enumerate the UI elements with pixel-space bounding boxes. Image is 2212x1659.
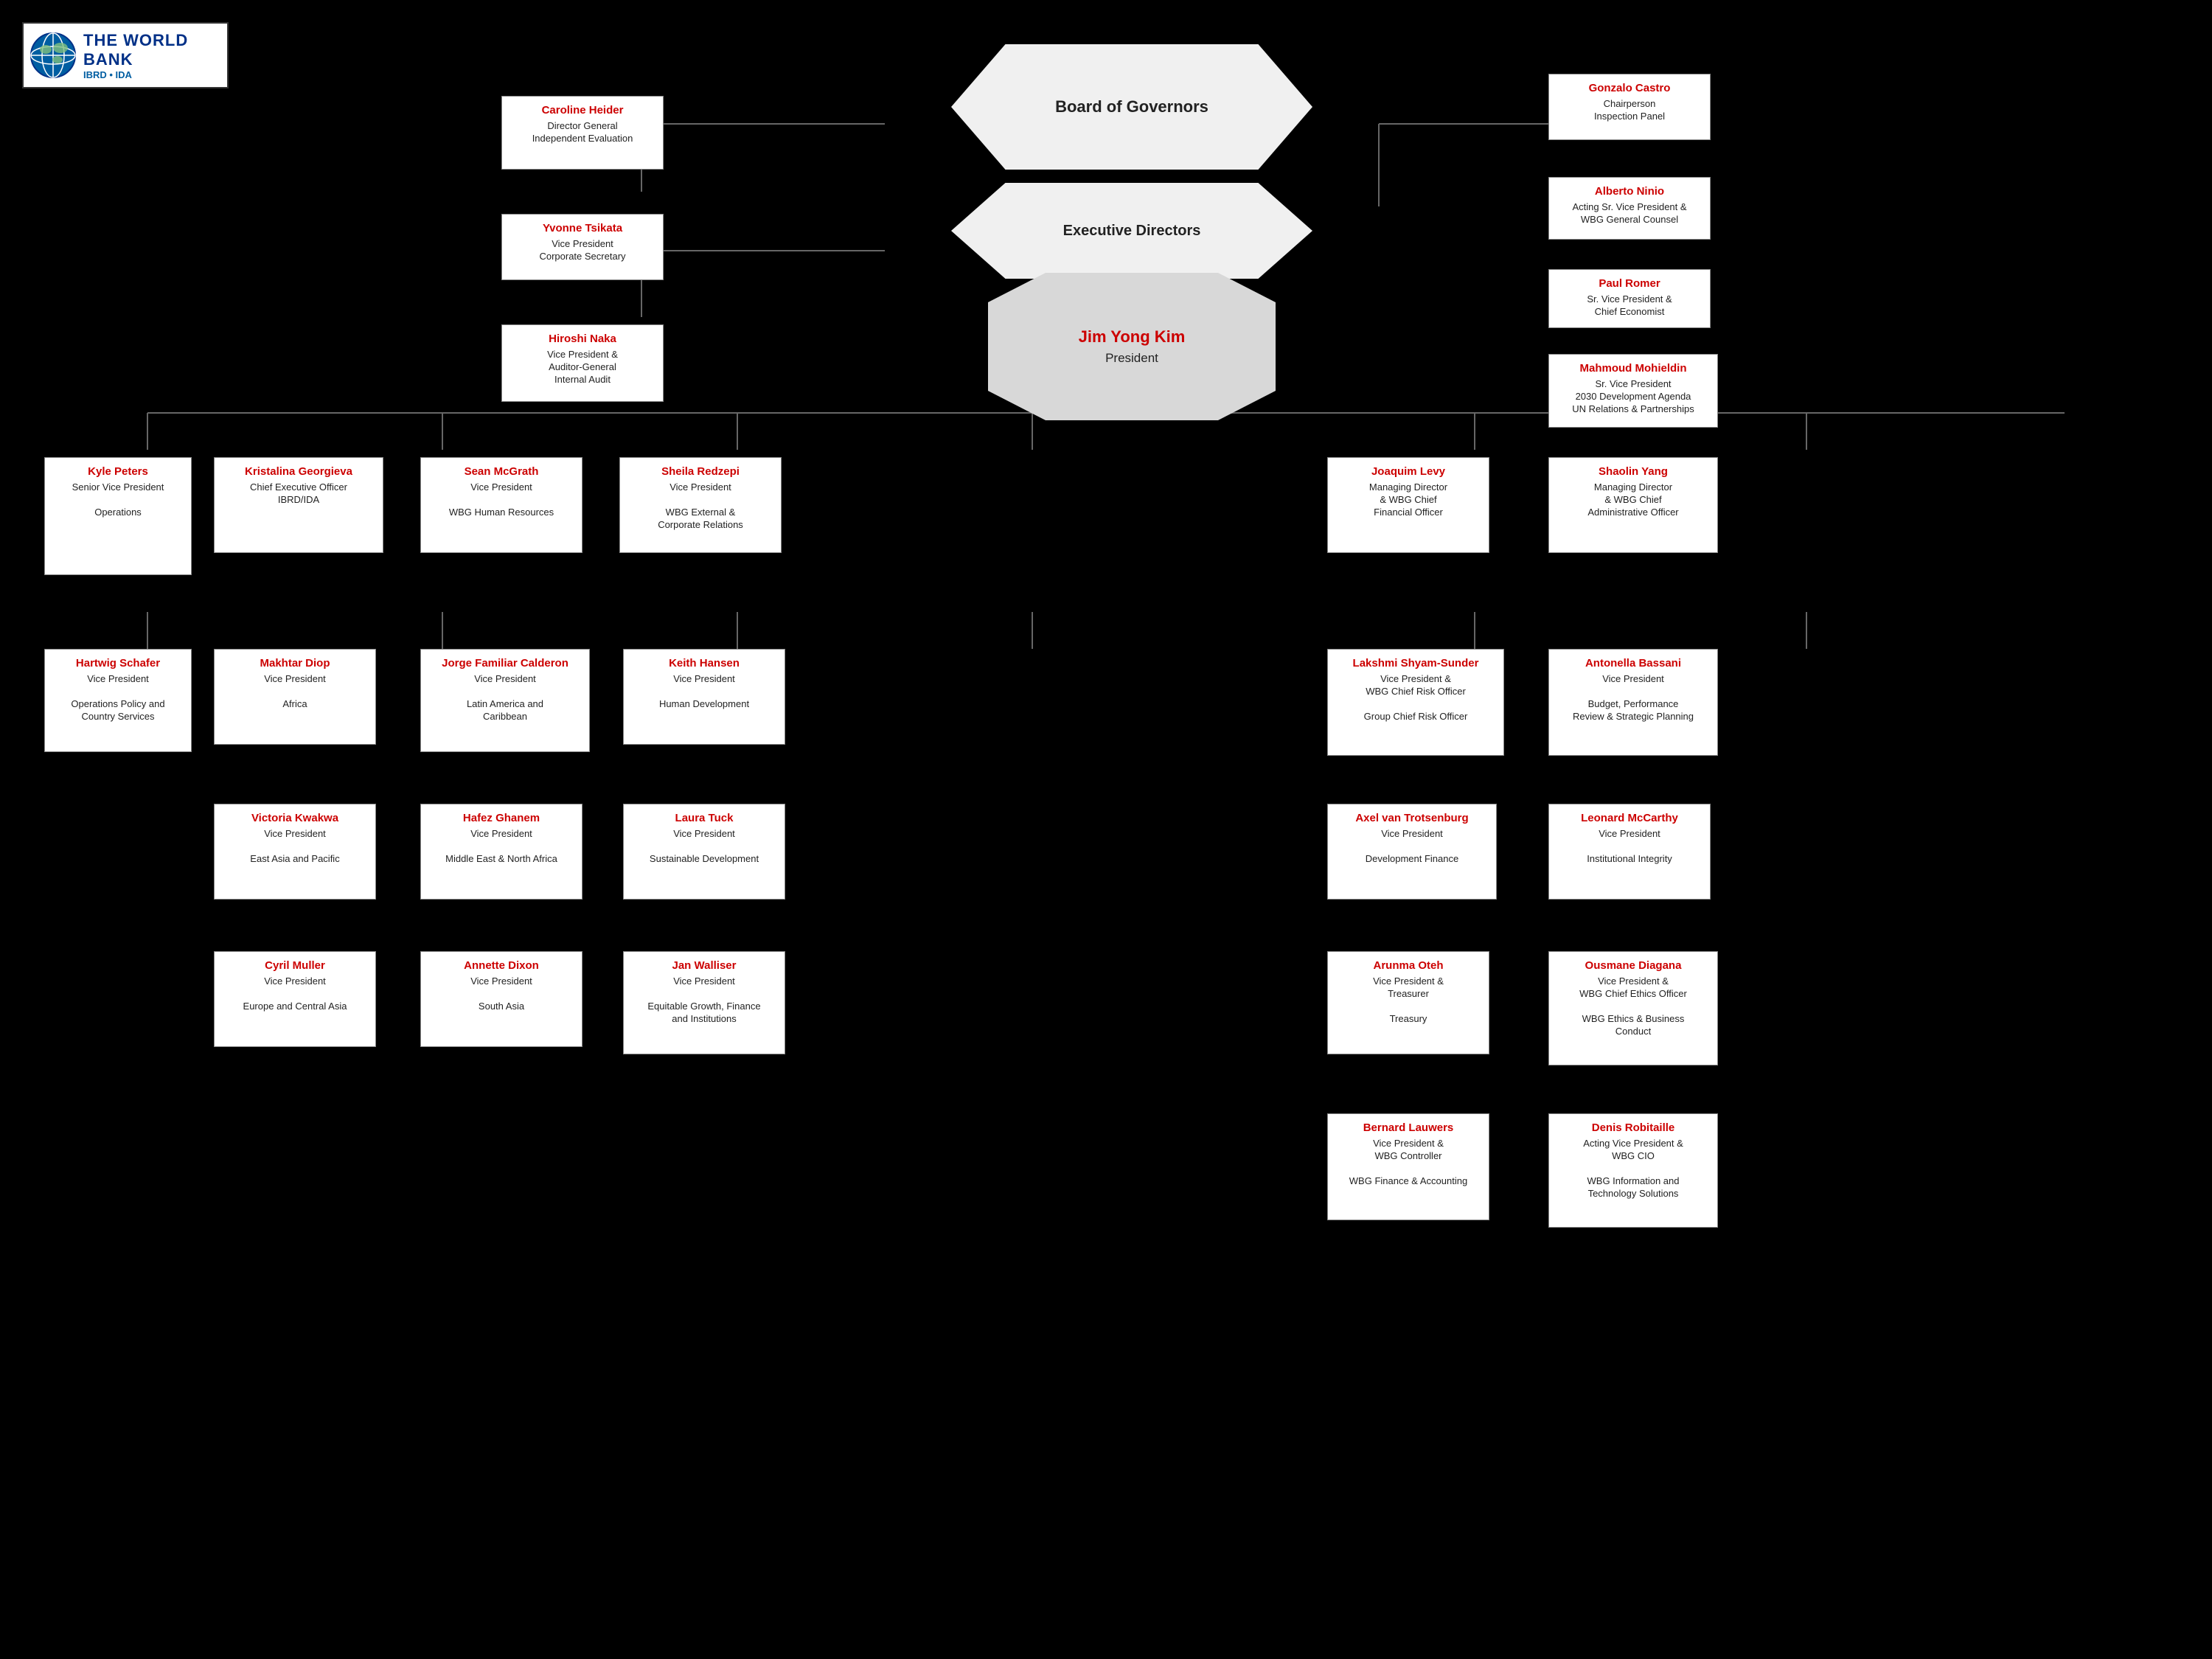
caroline-heider-box: Caroline Heider Director General Indepen… (501, 96, 664, 170)
president-box: Jim Yong Kim President (988, 273, 1276, 420)
sean-mcgrath-box: Sean McGrath Vice President WBG Human Re… (420, 457, 582, 553)
axel-van-trotsenburg-box: Axel van Trotsenburg Vice President Deve… (1327, 804, 1497, 900)
bernard-lauwers-box: Bernard Lauwers Vice President & WBG Con… (1327, 1113, 1489, 1220)
jan-walliser-box: Jan Walliser Vice President Equitable Gr… (623, 951, 785, 1054)
mahmoud-mohieldin-box: Mahmoud Mohieldin Sr. Vice President 203… (1548, 354, 1718, 428)
antonella-bassani-box: Antonella Bassani Vice President Budget,… (1548, 649, 1718, 756)
lakshmi-shyam-sunder-box: Lakshmi Shyam-Sunder Vice President & WB… (1327, 649, 1504, 756)
paul-romer-box: Paul Romer Sr. Vice President & Chief Ec… (1548, 269, 1711, 328)
keith-hansen-box: Keith Hansen Vice President Human Develo… (623, 649, 785, 745)
arunma-oteh-box: Arunma Oteh Vice President & Treasurer T… (1327, 951, 1489, 1054)
gonzalo-castro-box: Gonzalo Castro Chairperson Inspection Pa… (1548, 74, 1711, 140)
sheila-redzepi-box: Sheila Redzepi Vice President WBG Extern… (619, 457, 782, 553)
logo-sub: IBRD • IDA (83, 69, 221, 80)
jorge-familiar-calderon-box: Jorge Familiar Calderon Vice President L… (420, 649, 590, 752)
ousmane-diagana-box: Ousmane Diagana Vice President & WBG Chi… (1548, 951, 1718, 1065)
logo: THE WORLD BANK IBRD • IDA (22, 22, 229, 88)
alberto-ninio-box: Alberto Ninio Acting Sr. Vice President … (1548, 177, 1711, 240)
leonard-mccarthy-box: Leonard McCarthy Vice President Institut… (1548, 804, 1711, 900)
laura-tuck-box: Laura Tuck Vice President Sustainable De… (623, 804, 785, 900)
kristalina-georgieva-box: Kristalina Georgieva Chief Executive Off… (214, 457, 383, 553)
denis-robitaille-box: Denis Robitaille Acting Vice President &… (1548, 1113, 1718, 1228)
makhtar-diop-box: Makhtar Diop Vice President Africa (214, 649, 376, 745)
victoria-kwakwa-box: Victoria Kwakwa Vice President East Asia… (214, 804, 376, 900)
logo-globe-icon (29, 32, 77, 80)
hartwig-schafer-box: Hartwig Schafer Vice President Operation… (44, 649, 192, 752)
joaquim-levy-box: Joaquim Levy Managing Director & WBG Chi… (1327, 457, 1489, 553)
executive-directors: Executive Directors (951, 183, 1312, 279)
annette-dixon-box: Annette Dixon Vice President South Asia (420, 951, 582, 1047)
cyril-muller-box: Cyril Muller Vice President Europe and C… (214, 951, 376, 1047)
shaolin-yang-box: Shaolin Yang Managing Director & WBG Chi… (1548, 457, 1718, 553)
hafez-ghanem-box: Hafez Ghanem Vice President Middle East … (420, 804, 582, 900)
board-of-governors: Board of Governors (951, 44, 1312, 170)
logo-title: THE WORLD BANK (83, 31, 221, 69)
hiroshi-naka-box: Hiroshi Naka Vice President & Auditor-Ge… (501, 324, 664, 402)
yvonne-tsikata-box: Yvonne Tsikata Vice President Corporate … (501, 214, 664, 280)
kyle-peters-box: Kyle Peters Senior Vice President Operat… (44, 457, 192, 575)
